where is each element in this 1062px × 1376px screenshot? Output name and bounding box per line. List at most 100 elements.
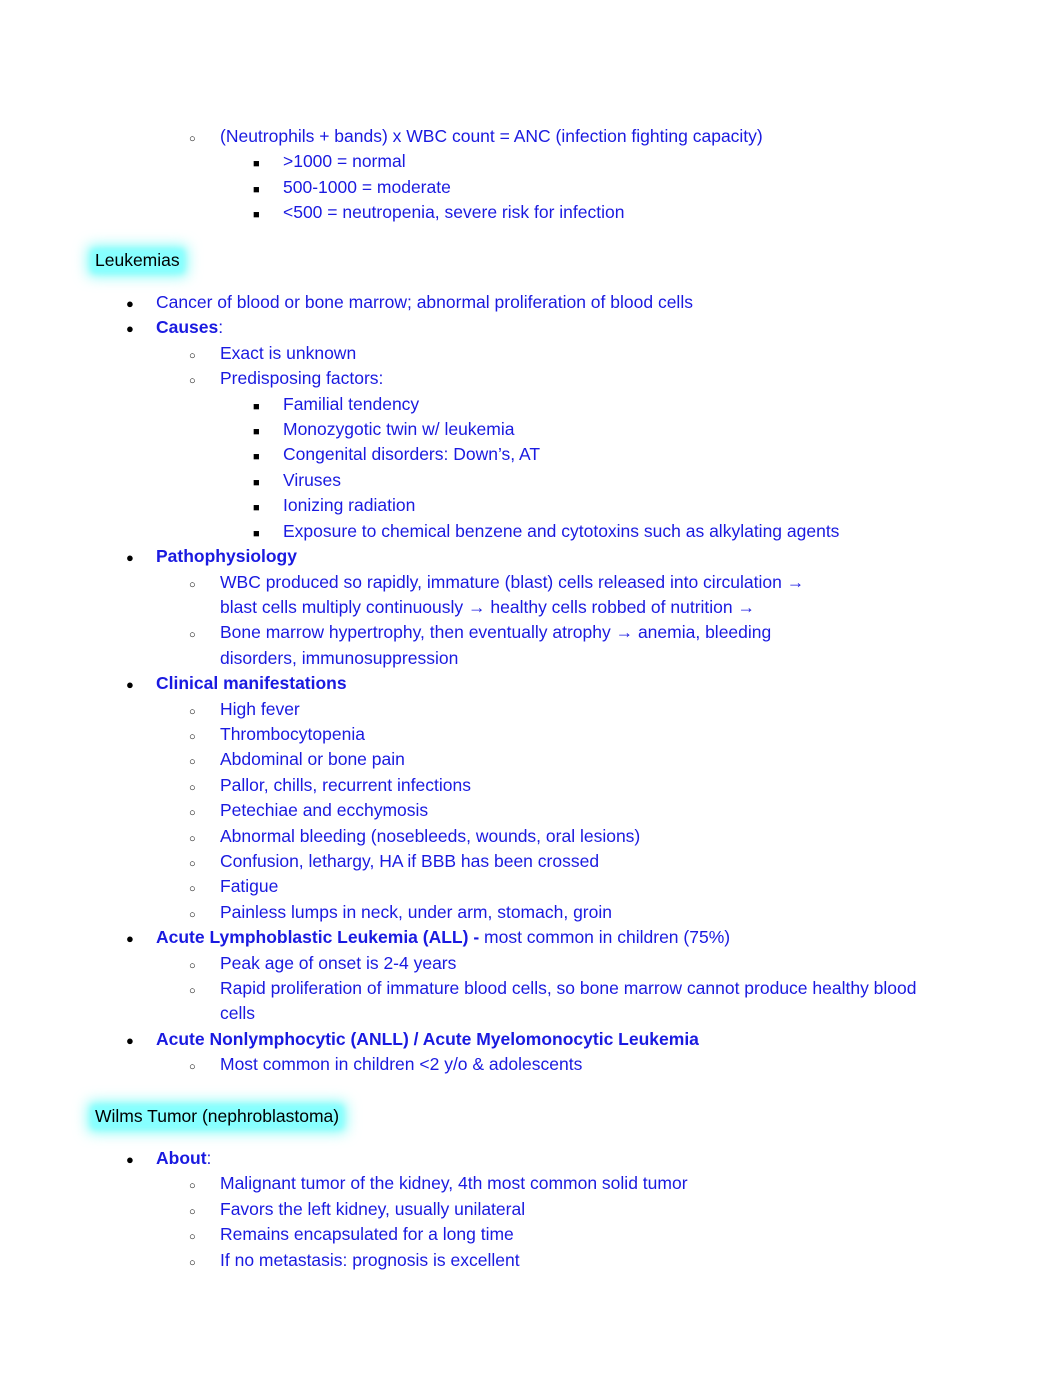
circle-bullet-icon — [189, 124, 203, 152]
list-item-all: Acute Lymphoblastic Leukemia (ALL) - mos… — [0, 925, 1062, 950]
circle-bullet-icon — [189, 824, 203, 852]
wilms-about-list: Malignant tumor of the kidney, 4th most … — [0, 1171, 1062, 1273]
section-header-label: Leukemias — [95, 249, 180, 270]
list-item-label: Peak age of onset is 2-4 years — [220, 952, 457, 973]
list-item-label: Malignant tumor of the kidney, 4th most … — [220, 1173, 688, 1194]
list-item: Pallor, chills, recurrent infections — [0, 773, 1062, 798]
circle-bullet-icon — [189, 951, 203, 979]
list-item: Fatigue — [0, 874, 1062, 899]
list-item-label: >1000 = normal — [283, 151, 406, 172]
list-item-label: Pathophysiology — [156, 544, 1062, 569]
disc-bullet-icon — [126, 1146, 140, 1172]
list-item-label: Familial tendency — [283, 393, 420, 414]
all-heading-list: Acute Lymphoblastic Leukemia (ALL) - mos… — [0, 925, 1062, 950]
causes-list: Exact is unknown Predisposing factors: — [0, 341, 1062, 392]
list-item: Abdominal or bone pain — [0, 747, 1062, 772]
list-item-label: Confusion, lethargy, HA if BBB has been … — [220, 850, 600, 871]
list-item-label: Abnormal bleeding (nosebleeds, wounds, o… — [220, 825, 641, 846]
list-item-label: Painless lumps in neck, under arm, stoma… — [220, 901, 612, 922]
list-item-label-bold: Causes — [156, 317, 219, 338]
list-item: Confusion, lethargy, HA if BBB has been … — [0, 849, 1062, 874]
list-item-label: (Neutrophils + bands) x WBC count = ANC … — [220, 126, 763, 146]
anc-list: (Neutrophils + bands) x WBC count = ANC … — [0, 124, 1062, 149]
list-item-label: Exact is unknown — [220, 342, 357, 363]
circle-bullet-icon — [189, 620, 203, 648]
list-item-label: Favors the left kidney, usually unilater… — [220, 1198, 526, 1219]
list-item: 500-1000 = moderate — [0, 175, 1062, 200]
circle-bullet-icon — [189, 1222, 203, 1250]
square-bullet-icon — [253, 468, 267, 496]
square-bullet-icon — [253, 175, 267, 203]
list-item: Cancer of blood or bone marrow; abnormal… — [0, 290, 1062, 315]
list-item-label-plain: : — [218, 317, 224, 338]
list-item-label-bold: Clinical manifestations — [156, 673, 347, 694]
anll-details-list: Most common in children <2 y/o & adolesc… — [0, 1052, 1062, 1077]
list-item: Exposure to chemical benzene and cytotox… — [0, 519, 1062, 544]
list-item: >1000 = normal — [0, 149, 1062, 174]
list-item: If no metastasis: prognosis is excellent — [0, 1248, 1062, 1273]
circle-bullet-icon — [189, 874, 203, 902]
list-item: Ionizing radiation — [0, 493, 1062, 518]
circle-bullet-icon — [189, 697, 203, 725]
predisposing-factors-list: Familial tendency Monozygotic twin w/ le… — [0, 392, 1062, 544]
list-item-label-plain: : — [206, 1148, 212, 1169]
circle-bullet-icon — [189, 1171, 203, 1199]
circle-bullet-icon — [189, 1248, 203, 1276]
list-item: Painless lumps in neck, under arm, stoma… — [0, 900, 1062, 925]
circle-bullet-icon — [189, 570, 203, 598]
list-item-label: Viruses — [283, 469, 342, 490]
list-item-label: Predisposing factors: — [220, 368, 384, 389]
square-bullet-icon — [253, 442, 267, 470]
list-item-label: About: — [156, 1146, 1062, 1171]
pathophysiology-list: WBC produced so rapidly, immature (blast… — [0, 570, 950, 672]
list-item: Rapid proliferation of immature blood ce… — [0, 976, 1062, 1027]
leukemias-top-list: Cancer of blood or bone marrow; abnormal… — [0, 290, 1062, 341]
list-item: High fever — [0, 697, 1062, 722]
disc-bullet-icon — [126, 925, 140, 951]
list-item: Petechiae and ecchymosis — [0, 798, 1062, 823]
list-item: Malignant tumor of the kidney, 4th most … — [0, 1171, 1062, 1196]
square-bullet-icon — [253, 417, 267, 445]
list-item-causes: Causes: — [0, 315, 1062, 340]
list-item-label: Congenital disorders: Down’s, AT — [283, 444, 541, 465]
disc-bullet-icon — [126, 1027, 140, 1053]
disc-bullet-icon — [126, 315, 140, 341]
list-item-label: High fever — [220, 698, 300, 719]
list-item-label: Bone marrow hypertrophy, then eventually… — [220, 622, 772, 668]
list-item-clinical-manifestations: Clinical manifestations — [0, 671, 1062, 696]
square-bullet-icon — [253, 200, 267, 228]
list-item: Most common in children <2 y/o & adolesc… — [0, 1052, 1062, 1077]
disc-bullet-icon — [126, 671, 140, 697]
list-item-about: About: — [0, 1146, 1062, 1171]
circle-bullet-icon — [189, 849, 203, 877]
list-item: Congenital disorders: Down’s, AT — [0, 442, 1062, 467]
anll-heading-list: Acute Nonlymphocytic (ANLL) / Acute Myel… — [0, 1027, 1062, 1052]
list-item-label: Rapid proliferation of immature blood ce… — [220, 978, 917, 1024]
list-item: Peak age of onset is 2-4 years — [0, 951, 1062, 976]
list-item-pathophysiology: Pathophysiology — [0, 544, 1062, 569]
square-bullet-icon — [253, 519, 267, 547]
list-item: Exact is unknown — [0, 341, 1062, 366]
section-header-wilms-tumor: Wilms Tumor (nephroblastoma) — [88, 1101, 347, 1133]
disc-bullet-icon — [126, 290, 140, 316]
square-bullet-icon — [253, 392, 267, 420]
list-item: Thrombocytopenia — [0, 722, 1062, 747]
list-item-label: Remains encapsulated for a long time — [220, 1224, 514, 1245]
list-item: Viruses — [0, 468, 1062, 493]
list-item-label: <500 = neutropenia, severe risk for infe… — [283, 202, 625, 223]
clinical-manifestations-list: High fever Thrombocytopenia Abdominal or… — [0, 697, 1062, 926]
circle-bullet-icon — [189, 976, 203, 1004]
circle-bullet-icon — [189, 900, 203, 928]
list-item-label: Cancer of blood or bone marrow; abnormal… — [156, 292, 693, 313]
list-item: Favors the left kidney, usually unilater… — [0, 1197, 1062, 1222]
list-item-label-bold: About — [156, 1148, 207, 1169]
list-item: (Neutrophils + bands) x WBC count = ANC … — [0, 124, 1062, 149]
list-item-anll: Acute Nonlymphocytic (ANLL) / Acute Myel… — [0, 1027, 1062, 1052]
list-item-label: Fatigue — [220, 876, 279, 897]
top-margin-spacer — [0, 0, 1062, 124]
all-details-list: Peak age of onset is 2-4 years Rapid pro… — [0, 951, 1062, 1027]
